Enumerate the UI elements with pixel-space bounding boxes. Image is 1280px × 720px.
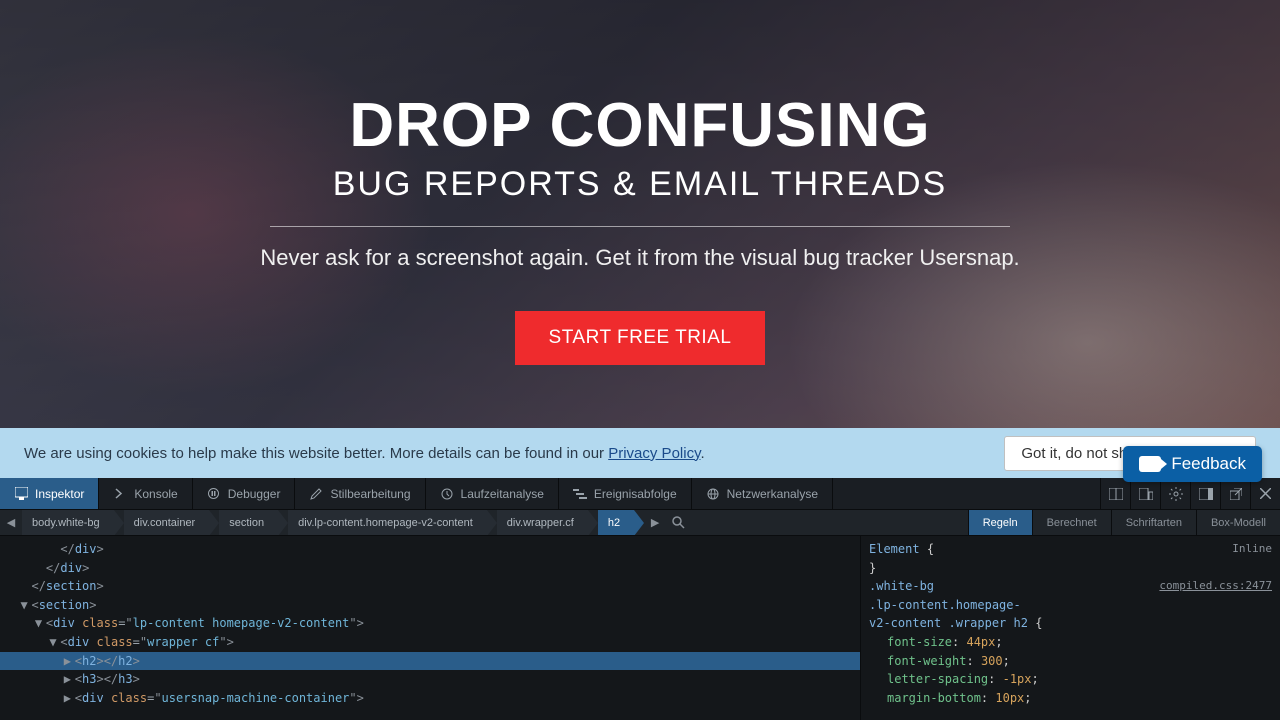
hero-heading: DROP CONFUSING [349,93,930,158]
devtools-tab-laufzeitanalyse[interactable]: Laufzeitanalyse [426,478,559,509]
settings-button[interactable] [1160,478,1190,509]
devtools-tab-ereignisabfolge[interactable]: Ereignisabfolge [559,478,692,509]
popout-button[interactable] [1220,478,1250,509]
hero-subheading: BUG REPORTS & EMAIL THREADS [333,165,948,204]
devtools-tab-inspektor[interactable]: Inspektor [0,478,99,509]
cookie-message-text: We are using cookies to help make this w… [24,445,608,462]
cookie-message: We are using cookies to help make this w… [24,445,705,462]
cookie-bar: We are using cookies to help make this w… [0,428,1280,478]
tab-label: Konsole [134,487,177,501]
dom-tree-line[interactable]: ▶<h2></h2> [0,652,860,671]
breadcrumb-forward-button[interactable]: ▶ [644,510,666,535]
pause-icon [207,487,221,501]
dom-tree-line[interactable]: </div> [0,559,860,578]
chevron-icon [113,487,127,501]
tab-label: Stilbearbeitung [330,487,410,501]
style-declaration[interactable]: font-size: 44px; [869,633,1272,652]
tab-label: Laufzeitanalyse [461,487,544,501]
feedback-label: Feedback [1171,454,1246,474]
responsive-view-button[interactable] [1130,478,1160,509]
tab-label: Ereignisabfolge [594,487,677,501]
privacy-policy-link[interactable]: Privacy Policy [608,445,700,462]
devtools-panel: Inspektor Konsole Debugger Stilbearbeitung L… [0,478,1280,720]
timeline-icon [573,487,587,501]
cookie-message-suffix: . [700,445,704,462]
camera-icon [1139,456,1161,472]
breadcrumb-item[interactable]: div.lp-content.homepage-v2-content [288,510,487,535]
breadcrumb-item[interactable]: div.container [124,510,210,535]
edit-icon [309,487,323,501]
dom-tree-line[interactable]: ▼<section> [0,596,860,615]
dom-tree-line[interactable]: ▶<div class="usersnap-machine-container"… [0,689,860,708]
dom-tree-line[interactable]: </div> [0,540,860,559]
breadcrumb-trail: body.white-bg div.container section div.lp-… [22,510,644,535]
tab-label: Debugger [228,487,281,501]
network-icon [706,487,720,501]
hero-section: DROP CONFUSING BUG REPORTS & EMAIL THREA… [0,0,1280,428]
breadcrumb-item[interactable]: div.wrapper.cf [497,510,588,535]
styles-tab-box-modell[interactable]: Box-Modell [1196,510,1280,535]
devtools-tab-debugger[interactable]: Debugger [193,478,296,509]
search-button[interactable] [666,510,690,535]
breadcrumb-item[interactable]: body.white-bg [22,510,114,535]
cursor-icon [14,487,28,501]
tab-label: Netzwerkanalyse [727,487,818,501]
close-devtools-button[interactable] [1250,478,1280,509]
styles-tab-schriftarten[interactable]: Schriftarten [1111,510,1196,535]
styles-pane[interactable]: Element {Inline}compiled.css:2477.white-… [860,536,1280,720]
devtools-tab-bar: Inspektor Konsole Debugger Stilbearbeitung L… [0,478,1280,510]
clock-icon [440,487,454,501]
dom-tree-line[interactable]: ▼<div class="wrapper cf"> [0,633,860,652]
inline-badge: Inline [1232,540,1272,557]
style-declaration[interactable]: letter-spacing: -1px; [869,670,1272,689]
style-source-link[interactable]: compiled.css:2477 [1159,577,1272,594]
breadcrumb-item[interactable]: section [219,510,278,535]
devtools-tab-stilbearbeitung[interactable]: Stilbearbeitung [295,478,425,509]
devtools-tab-netzwerkanalyse[interactable]: Netzwerkanalyse [692,478,833,509]
devtools-body: </div> </div> </section> ▼<section> ▼<di… [0,536,1280,720]
dom-tree-line[interactable]: ▶<h3></h3> [0,670,860,689]
styles-tab-berechnet[interactable]: Berechnet [1032,510,1111,535]
style-rule-selector[interactable]: compiled.css:2477.white-bg [869,577,1272,596]
dom-tree-line[interactable]: ▼<div class="lp-content homepage-v2-cont… [0,614,860,633]
breadcrumb-item[interactable]: h2 [598,510,634,535]
hero-tagline: Never ask for a screenshot again. Get it… [260,245,1019,271]
breadcrumb-back-button[interactable]: ◀ [0,510,22,535]
styles-tab-regeln[interactable]: Regeln [968,510,1032,535]
dock-side-button[interactable] [1190,478,1220,509]
hero-divider [270,226,1010,227]
styles-tab-bar: RegelnBerechnetSchriftartenBox-Modell [968,510,1280,535]
style-rule-element[interactable]: Element {Inline [869,540,1272,559]
tab-label: Inspektor [35,487,84,501]
style-declaration[interactable]: font-weight: 300; [869,652,1272,671]
feedback-widget-button[interactable]: Feedback [1123,446,1262,482]
dom-tree-pane[interactable]: </div> </div> </section> ▼<section> ▼<di… [0,536,860,720]
style-declaration[interactable]: margin-bottom: 10px; [869,689,1272,708]
devtools-tab-konsole[interactable]: Konsole [99,478,192,509]
breadcrumb-row: ◀ body.white-bg div.container section div.l… [0,510,1280,536]
split-view-button[interactable] [1100,478,1130,509]
start-free-trial-button[interactable]: START FREE TRIAL [515,311,766,365]
dom-tree-line[interactable]: </section> [0,577,860,596]
